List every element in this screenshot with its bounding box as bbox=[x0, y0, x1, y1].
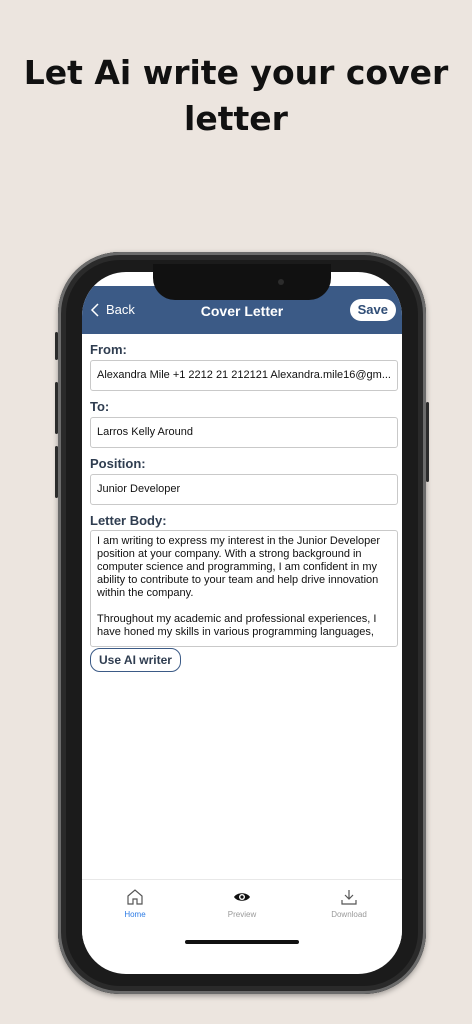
notch bbox=[153, 264, 331, 300]
mute-switch bbox=[55, 332, 58, 360]
home-icon bbox=[127, 889, 143, 905]
volume-up-button bbox=[55, 382, 58, 434]
position-field[interactable]: Junior Developer bbox=[90, 474, 398, 505]
volume-down-button bbox=[55, 446, 58, 498]
back-button[interactable]: Back bbox=[90, 286, 135, 334]
back-label: Back bbox=[106, 302, 135, 317]
eye-icon bbox=[234, 893, 250, 901]
to-field[interactable]: Larros Kelly Around bbox=[90, 417, 398, 448]
home-indicator bbox=[185, 940, 299, 944]
use-ai-writer-button[interactable]: Use AI writer bbox=[90, 648, 181, 672]
position-label: Position: bbox=[90, 456, 146, 471]
tab-download[interactable]: Download bbox=[309, 888, 389, 919]
letter-body-label: Letter Body: bbox=[90, 513, 167, 528]
save-button[interactable]: Save bbox=[349, 299, 396, 321]
tab-preview-label: Preview bbox=[227, 910, 257, 919]
chevron-left-icon bbox=[90, 303, 99, 317]
tab-download-label: Download bbox=[331, 910, 367, 919]
from-field[interactable]: Alexandra Mile +1 2212 21 212121 Alexand… bbox=[90, 360, 398, 391]
tab-preview[interactable]: Preview bbox=[202, 888, 282, 919]
tab-home-label: Home bbox=[124, 910, 146, 919]
headline: Let Ai write your cover letter bbox=[0, 50, 472, 142]
headline-line-1: Let Ai write your cover bbox=[23, 53, 449, 92]
power-button bbox=[426, 402, 429, 482]
headline-line-2: letter bbox=[184, 99, 288, 138]
letter-body-textarea[interactable]: I am writing to express my interest in t… bbox=[90, 530, 398, 647]
download-icon bbox=[341, 890, 357, 905]
phone-screen: Back Cover Letter Save From: Alexandra M… bbox=[82, 272, 402, 974]
to-label: To: bbox=[90, 399, 110, 414]
tab-home[interactable]: Home bbox=[95, 888, 175, 919]
from-label: From: bbox=[90, 342, 127, 357]
tab-bar: Home Preview Download bbox=[82, 879, 402, 944]
camera bbox=[278, 279, 284, 285]
